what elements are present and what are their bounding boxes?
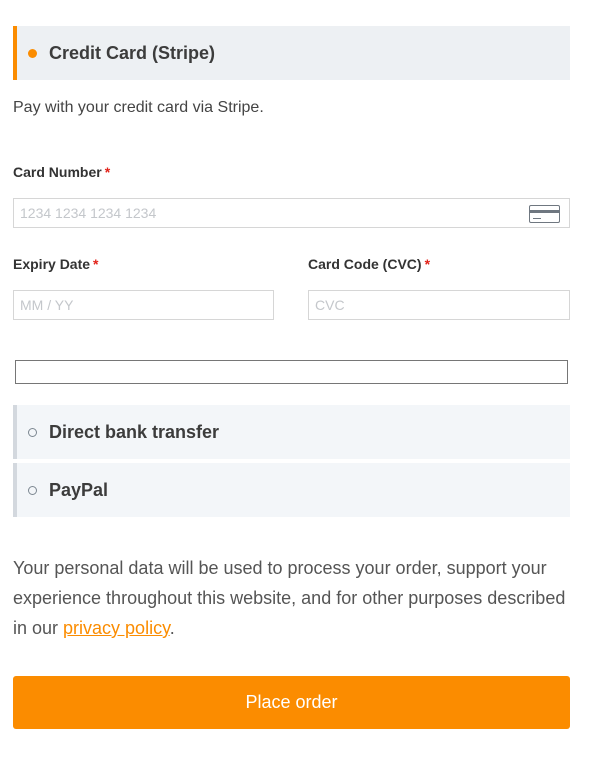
selected-radio-indicator[interactable] bbox=[28, 48, 37, 58]
payment-method-stripe[interactable]: Credit Card (Stripe) bbox=[13, 26, 570, 80]
card-number-field[interactable] bbox=[13, 198, 570, 228]
empty-input-box[interactable] bbox=[15, 360, 568, 384]
place-order-button[interactable]: Place order bbox=[13, 676, 570, 729]
credit-card-icon bbox=[529, 205, 560, 223]
payment-method-bank-transfer[interactable]: Direct bank transfer bbox=[13, 405, 570, 459]
card-code-input[interactable] bbox=[315, 297, 569, 313]
required-asterisk: * bbox=[104, 164, 111, 180]
card-code-field[interactable] bbox=[308, 290, 570, 320]
card-number-input[interactable] bbox=[20, 205, 569, 221]
unselected-radio-indicator[interactable] bbox=[28, 427, 37, 437]
unselected-radio-indicator[interactable] bbox=[28, 485, 37, 495]
payment-method-paypal[interactable]: PayPal bbox=[13, 463, 570, 517]
payment-method-label: Credit Card (Stripe) bbox=[49, 42, 216, 63]
required-asterisk: * bbox=[93, 256, 99, 272]
privacy-policy-link[interactable]: privacy policy bbox=[63, 618, 170, 638]
checkout-payment-section: Credit Card (Stripe) Pay with your credi… bbox=[0, 0, 597, 776]
payment-method-label: PayPal bbox=[49, 479, 109, 500]
required-asterisk: * bbox=[424, 256, 431, 272]
expiry-date-label: Expiry Date * bbox=[13, 256, 99, 272]
expiry-date-field[interactable] bbox=[13, 290, 274, 320]
stripe-description: Pay with your credit card via Stripe. bbox=[13, 99, 264, 116]
privacy-notice: Your personal data will be used to proce… bbox=[13, 558, 566, 638]
card-code-label: Card Code (CVC) * bbox=[308, 256, 431, 272]
card-number-label: Card Number * bbox=[13, 164, 111, 180]
expiry-date-input[interactable] bbox=[20, 297, 273, 313]
payment-method-label: Direct bank transfer bbox=[49, 421, 220, 442]
